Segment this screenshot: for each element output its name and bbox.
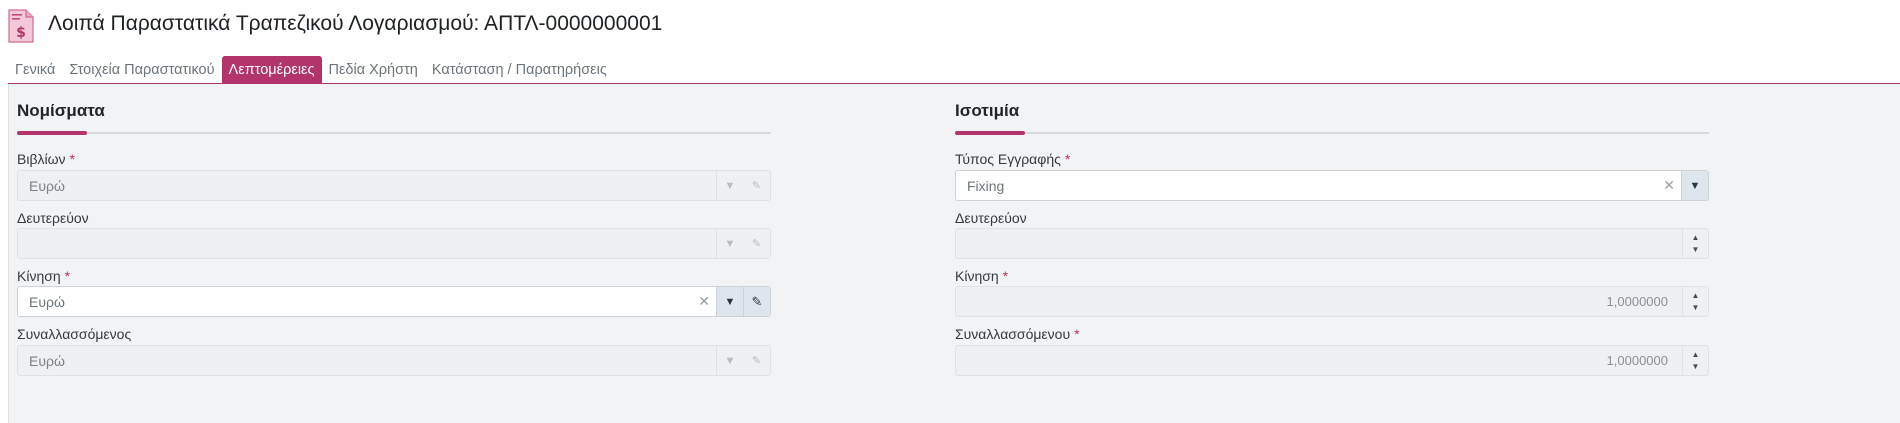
pencil-icon[interactable]: ✎ (743, 287, 770, 316)
parity-secondary-input[interactable]: ▲ ▼ (955, 228, 1709, 259)
spin-down-icon[interactable]: ▼ (1692, 361, 1700, 373)
parity-movement-input[interactable]: 1,0000000 ▲ ▼ (955, 286, 1709, 317)
parity-counterparty-input[interactable]: 1,0000000 ▲ ▼ (955, 345, 1709, 376)
tab-document-details[interactable]: Στοιχεία Παραστατικού (62, 56, 221, 84)
tab-user-fields[interactable]: Πεδία Χρήστη (322, 56, 425, 84)
details-panel: Νομίσματα Βιβλίων * Ευρώ ▼ ✎ Δευτερεύον ▼… (8, 84, 1900, 423)
chevron-down-icon[interactable]: ▼ (716, 346, 743, 375)
secondary-currency-select[interactable]: ▼ ✎ (17, 228, 771, 259)
spin-up-icon[interactable]: ▲ (1692, 349, 1700, 361)
parity-movement-value: 1,0000000 (1606, 294, 1668, 309)
clear-icon[interactable]: ✕ (1663, 177, 1675, 194)
required-marker: * (1074, 326, 1080, 342)
counterparty-currency-select[interactable]: Ευρώ ▼ ✎ (17, 345, 771, 376)
spin-up-icon[interactable]: ▲ (1692, 290, 1700, 302)
spin-down-icon[interactable]: ▼ (1692, 302, 1700, 314)
parity-secondary-label: Δευτερεύον (955, 210, 1027, 226)
number-spinner[interactable]: ▲ ▼ (1682, 287, 1708, 316)
books-currency-value: Ευρώ (29, 178, 65, 194)
required-marker: * (1064, 151, 1071, 167)
document-currency-icon: $ (7, 8, 35, 44)
currencies-section-rule (17, 132, 771, 134)
parity-section-rule (955, 132, 1709, 134)
chevron-down-icon[interactable]: ▼ (716, 287, 743, 316)
parity-section-accent (955, 131, 1025, 135)
counterparty-currency-value: Ευρώ (29, 353, 65, 369)
svg-text:$: $ (16, 25, 26, 41)
currencies-section-title: Νομίσματα (17, 101, 105, 120)
page-header: $ Λοιπά Παραστατικά Τραπεζικού Λογαριασμ… (0, 0, 1900, 52)
number-spinner[interactable]: ▲ ▼ (1682, 346, 1708, 375)
spin-up-icon[interactable]: ▲ (1692, 232, 1700, 244)
movement-currency-label-text: Κίνηση (17, 268, 61, 284)
chevron-down-icon[interactable]: ▼ (716, 171, 743, 200)
chevron-down-icon[interactable]: ▼ (1681, 171, 1708, 200)
number-spinner[interactable]: ▲ ▼ (1682, 229, 1708, 258)
movement-currency-label: Κίνηση * (17, 268, 70, 284)
parity-counterparty-label-text: Συναλλασσόμενου (955, 326, 1071, 342)
spin-down-icon[interactable]: ▼ (1692, 244, 1700, 256)
books-currency-label: Βιβλίων * (17, 151, 75, 167)
clear-icon[interactable]: ✕ (698, 293, 710, 310)
pencil-icon[interactable]: ✎ (743, 171, 770, 200)
movement-currency-select[interactable]: Ευρώ ✕ ▼ ✎ (17, 286, 771, 317)
page-title: Λοιπά Παραστατικά Τραπεζικού Λογαριασμού… (48, 12, 663, 35)
parity-movement-label-text: Κίνηση (955, 268, 999, 284)
books-currency-label-text: Βιβλίων (17, 151, 66, 167)
parity-counterparty-value: 1,0000000 (1606, 353, 1668, 368)
parity-section-title: Ισοτιμία (955, 101, 1020, 120)
entry-type-value: Fixing (967, 178, 1005, 194)
counterparty-currency-label: Συναλλασσόμενος (17, 326, 132, 342)
tab-general[interactable]: Γενικά (8, 56, 62, 84)
pencil-icon[interactable]: ✎ (743, 229, 770, 258)
tab-status-notes[interactable]: Κατάσταση / Παρατηρήσεις (425, 56, 614, 84)
parity-counterparty-label: Συναλλασσόμενου * (955, 326, 1080, 342)
required-marker: * (69, 151, 75, 167)
entry-type-label-text: Τύπος Εγγραφής (955, 151, 1061, 167)
required-marker: * (1002, 268, 1009, 284)
chevron-down-icon[interactable]: ▼ (716, 229, 743, 258)
parity-movement-label: Κίνηση * (955, 268, 1008, 284)
entry-type-label: Τύπος Εγγραφής * (955, 151, 1070, 167)
entry-type-select[interactable]: Fixing ✕ ▼ (955, 170, 1709, 201)
currencies-section-accent (17, 131, 87, 135)
required-marker: * (64, 268, 71, 284)
books-currency-select[interactable]: Ευρώ ▼ ✎ (17, 170, 771, 201)
pencil-icon[interactable]: ✎ (743, 346, 770, 375)
tab-bar: Γενικά Στοιχεία Παραστατικού Λεπτομέρειε… (8, 56, 614, 84)
secondary-currency-label: Δευτερεύον (17, 210, 89, 226)
movement-currency-value: Ευρώ (29, 294, 65, 310)
tab-details[interactable]: Λεπτομέρειες (221, 56, 322, 84)
